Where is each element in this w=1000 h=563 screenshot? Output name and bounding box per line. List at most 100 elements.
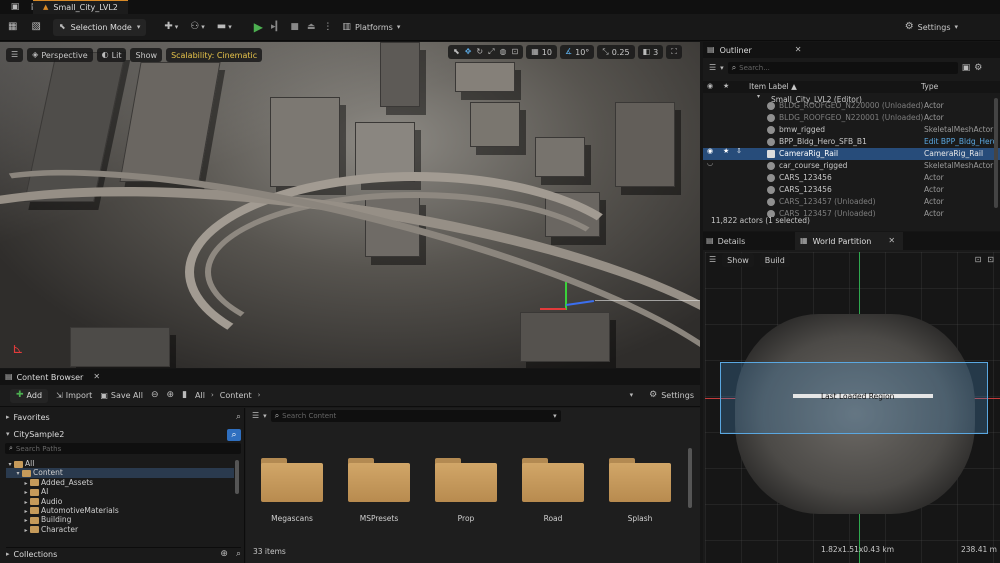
outliner-row[interactable]: ◡ car_course_rigged SkeletalMeshActor [703,160,1000,172]
add-button[interactable]: ✚ Add [10,388,49,403]
project-header[interactable]: ▾ CitySample2 ⌕ [6,428,241,441]
outliner-search-input[interactable]: ⌕ Search... [727,62,958,74]
level-tab[interactable]: ▲ Small_City_LVL2 [33,0,128,14]
show-button[interactable]: Show [130,48,163,62]
search-content-input[interactable]: ⌕ Search Content ▾ [270,410,561,422]
pin-icon[interactable]: ⇩ [736,148,742,155]
collapse-icon[interactable]: ◡ [707,160,713,167]
outliner-row[interactable]: CARS_123456 Actor [703,172,1000,184]
add-collection-icon[interactable]: ⊕ [220,549,228,559]
collections-header[interactable]: ▸ Collections ⊕ ⌕ [6,547,241,560]
close-icon[interactable]: ✕ [93,373,100,381]
map-show-button[interactable]: Show [722,253,754,267]
close-icon[interactable]: ✕ [888,237,895,245]
outliner-row[interactable]: BLDG_ROOFGEO_N220000 (Unloaded) Actor [703,100,1000,112]
hamburger-icon[interactable]: ☰ [709,256,716,264]
map-build-button[interactable]: Build [759,253,790,267]
select-tool-icon[interactable]: ⬉ [453,48,460,56]
asset-scrollbar[interactable] [688,448,692,508]
camera-speed-button[interactable]: ◧ 3 [637,45,664,59]
search-icon[interactable]: ⌕ [227,428,241,441]
filter-icon[interactable]: ☰ [252,412,259,420]
scale-snap-button[interactable]: ⤡ 0.25 [597,45,635,59]
import-button[interactable]: ⇲ Import [56,391,92,400]
search-icon[interactable]: ⌕ [236,549,241,559]
outliner-row[interactable]: CARS_123457 (Unloaded) Actor [703,196,1000,208]
selection-mode-dropdown[interactable]: ⬉ Selection Mode ▾ [52,18,147,36]
folder-tile-mspresets[interactable] [348,458,410,502]
breadcrumb-all[interactable]: All [195,391,205,400]
tree-item-automotive[interactable]: ▸ AutomotiveMaterials [6,506,234,515]
outliner-row[interactable]: CARS_123456 Actor [703,184,1000,196]
content-browser-tab[interactable]: ▤ Content Browser ✕ [0,369,700,385]
world-partition-tab[interactable]: ▦ World Partition ✕ [795,232,904,250]
folder-tile-megascans[interactable] [261,458,323,502]
maximize-viewport-button[interactable]: ⛶ [666,45,682,59]
move-tool-icon[interactable]: ✥ [465,48,472,56]
tree-item-character[interactable]: ▸ Character [6,525,234,534]
path-dropdown-icon[interactable]: ▾ [630,392,634,399]
tree-item-building[interactable]: ▸ Building [6,515,234,524]
tree-item-ai[interactable]: ▸ AI [6,487,234,496]
history-icon[interactable]: ▮ [182,391,187,400]
folder-tile-prop[interactable] [435,458,497,502]
level-viewport[interactable]: ⊾ ☰ ◈ Perspective ◐ Lit Show Scalability… [0,42,700,368]
breadcrumb-content[interactable]: Content [220,391,252,400]
view-mode-button[interactable]: ◐ Lit [96,48,127,62]
folder-tile-splash[interactable] [609,458,671,502]
grid-snap-button[interactable]: ▦ 10 [526,45,557,59]
tree-item-audio[interactable]: ▸ Audio [6,497,234,506]
tree-item-added-assets[interactable]: ▸ Added_Assets [6,478,234,487]
close-icon[interactable]: ✕ [795,46,802,54]
visibility-icon[interactable]: ◉ [707,148,713,155]
star-icon[interactable]: ★ [723,148,729,155]
play-icon[interactable]: ▶ [254,21,263,33]
perspective-button[interactable]: ◈ Perspective [27,48,93,62]
rotate-tool-icon[interactable]: ↻ [476,48,483,56]
settings-dropdown[interactable]: ⚙ Settings ▾ [905,22,958,32]
outliner-scrollbar[interactable] [994,98,998,208]
focus-selection-icon[interactable]: ⊡ [975,256,982,264]
cinematics-icon[interactable]: ▬ [217,22,226,32]
column-type[interactable]: Type [921,82,938,91]
back-icon[interactable]: ⊖ [151,391,159,400]
transform-gizmo[interactable] [540,282,600,322]
outliner-tab[interactable]: ▤ Outliner ✕ [703,42,1000,58]
content-icon[interactable]: ▧ [31,22,40,32]
world-space-icon[interactable]: ◍ [500,48,507,56]
cb-settings-button[interactable]: ⚙ Settings [649,391,694,401]
blueprint-icon[interactable]: ⚇ [190,22,199,32]
stop-icon[interactable]: ■ [290,22,299,32]
outliner-row[interactable]: BLDG_ROOFGEO_N220001 (Unloaded) Actor [703,112,1000,124]
world-partition-map[interactable]: Last Loaded Region ☰ Show Build ⊡ ⊡ 1.82… [705,252,1000,563]
outliner-row[interactable]: BPP_Bldg_Hero_SFB_B1 Edit BPP_Bldg_Hero [703,136,1000,148]
column-item-label[interactable]: Item Label ▲ [749,82,797,91]
outliner-row[interactable]: bmw_rigged SkeletalMeshActor [703,124,1000,136]
add-folder-icon[interactable]: ▣ [962,63,971,73]
tree-scrollbar[interactable] [235,460,239,494]
rotation-snap-button[interactable]: ∡ 10° [559,45,595,59]
filter-icon[interactable]: ☰ [709,64,716,72]
add-actor-icon[interactable]: ✚ [164,22,172,32]
save-current-icon[interactable]: ▦ [8,22,17,32]
search-paths-field[interactable]: ⌕ Search Paths [5,443,241,454]
more-options-icon[interactable]: ⋮ [323,22,332,32]
save-all-button[interactable]: ▣ Save All [100,391,143,400]
row-type-link[interactable]: Edit BPP_Bldg_Hero [924,136,997,148]
eject-icon[interactable]: ⏏ [307,22,316,32]
surface-snap-icon[interactable]: ⊡ [512,48,519,56]
search-icon[interactable]: ⌕ [236,413,241,422]
scale-tool-icon[interactable]: ⤢ [488,48,494,56]
settings-icon[interactable]: ⚙ [974,63,982,73]
forward-icon[interactable]: ⊕ [167,391,175,400]
favorites-header[interactable]: ▸ Favorites ⌕ [6,411,241,424]
focus-loaded-icon[interactable]: ⊡ [987,256,994,264]
step-icon[interactable]: ▸▎ [271,22,282,32]
platforms-dropdown[interactable]: ▥ Platforms ▾ [342,22,400,32]
details-tab[interactable]: ▤ Details [703,232,795,250]
outliner-row-selected[interactable]: ◉ ★ ⇩ CameraRig_Rail CameraRig_Rail [703,148,1000,160]
save-icon[interactable]: ▣ [10,2,20,12]
tree-item-content[interactable]: ▾ Content [6,468,234,478]
folder-tile-road[interactable] [522,458,584,502]
scalability-badge[interactable]: Scalability: Cinematic [166,48,263,62]
